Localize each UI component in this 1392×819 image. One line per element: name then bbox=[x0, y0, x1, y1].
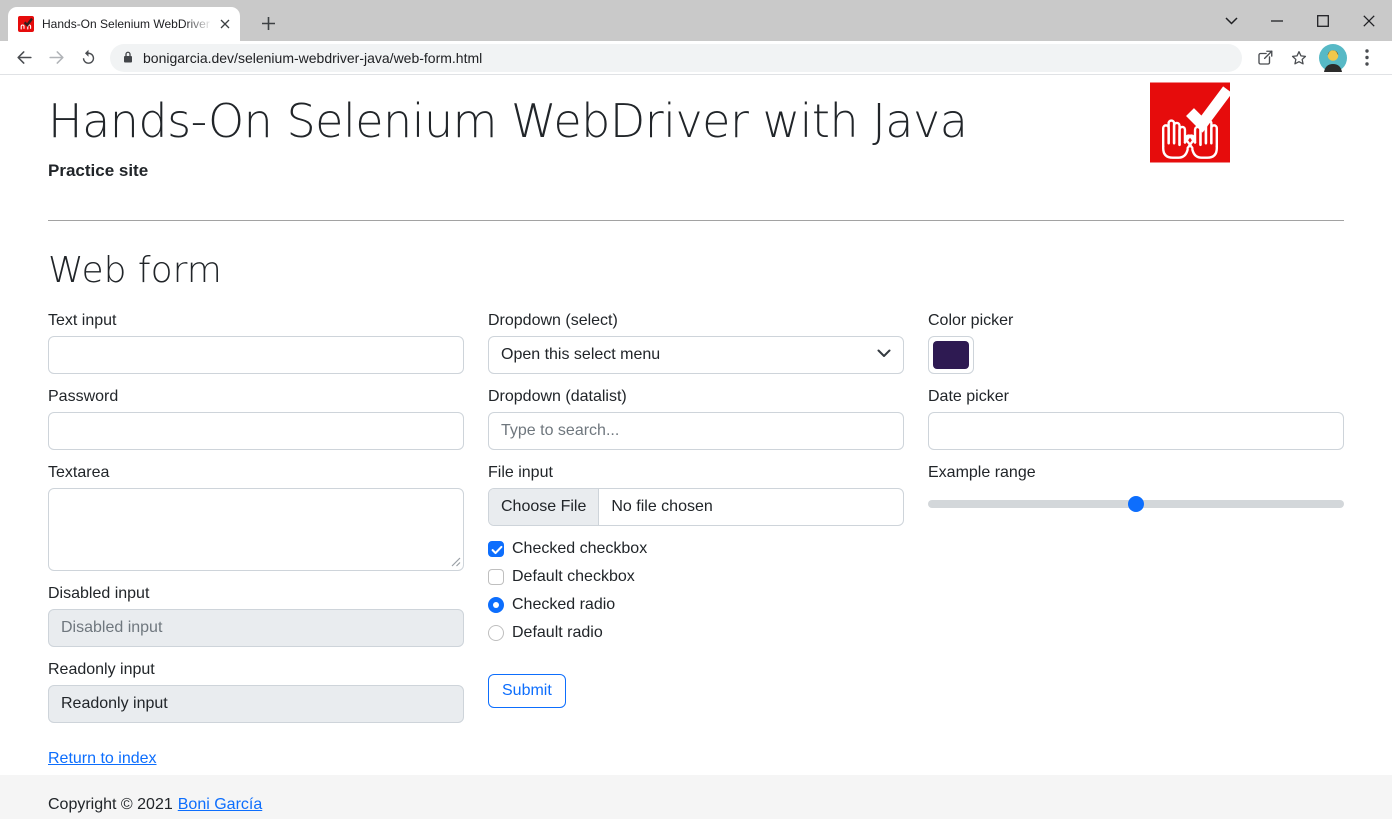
password-label: Password bbox=[48, 388, 464, 406]
file-input-label: File input bbox=[488, 464, 904, 482]
tab-search-chevron-icon[interactable] bbox=[1208, 0, 1254, 41]
default-checkbox[interactable] bbox=[488, 569, 504, 585]
forward-button[interactable] bbox=[42, 44, 70, 72]
check-group: Checked checkbox Default checkbox bbox=[488, 540, 904, 642]
dropdown-select-value: Open this select menu bbox=[501, 346, 660, 364]
tab-strip: Hands-On Selenium WebDriver w bbox=[0, 0, 1392, 41]
window-minimize-button[interactable] bbox=[1254, 0, 1300, 41]
color-swatch bbox=[933, 341, 969, 369]
text-input[interactable] bbox=[48, 336, 464, 374]
tab-close-icon[interactable] bbox=[216, 15, 234, 33]
reload-button[interactable] bbox=[74, 44, 102, 72]
default-radio-row: Default radio bbox=[488, 624, 904, 642]
textarea-input[interactable] bbox=[48, 488, 464, 571]
form-column-left: Text input Password Textarea bbox=[48, 312, 464, 737]
menu-kebab-icon[interactable] bbox=[1352, 43, 1382, 73]
default-checkbox-row: Default checkbox bbox=[488, 568, 904, 586]
form-column-middle: Dropdown (select) Open this select menu … bbox=[488, 312, 904, 737]
textarea-label: Textarea bbox=[48, 464, 464, 482]
profile-avatar[interactable] bbox=[1318, 43, 1348, 73]
dropdown-select-label: Dropdown (select) bbox=[488, 312, 904, 330]
submit-button[interactable]: Submit bbox=[488, 674, 566, 708]
section-heading: Web form bbox=[48, 250, 1344, 291]
file-choose-button[interactable]: Choose File bbox=[489, 489, 599, 525]
dropdown-datalist-input[interactable] bbox=[488, 412, 904, 450]
header-divider bbox=[48, 220, 1344, 221]
site-logo bbox=[1150, 82, 1230, 163]
share-icon[interactable] bbox=[1250, 43, 1280, 73]
page-subtitle: Practice site bbox=[48, 161, 1344, 181]
checked-radio-label[interactable]: Checked radio bbox=[512, 596, 615, 614]
textarea-resize-handle[interactable] bbox=[451, 557, 461, 567]
date-picker-label: Date picker bbox=[928, 388, 1344, 406]
window-maximize-button[interactable] bbox=[1300, 0, 1346, 41]
dropdown-select[interactable]: Open this select menu bbox=[488, 336, 904, 374]
range-thumb[interactable] bbox=[1128, 496, 1144, 512]
checked-radio[interactable] bbox=[488, 597, 504, 613]
bookmark-star-icon[interactable] bbox=[1284, 43, 1314, 73]
default-radio-label[interactable]: Default radio bbox=[512, 624, 603, 642]
window-close-button[interactable] bbox=[1346, 0, 1392, 41]
disabled-input-label: Disabled input bbox=[48, 585, 464, 603]
disabled-input bbox=[48, 609, 464, 647]
checked-checkbox-label[interactable]: Checked checkbox bbox=[512, 540, 647, 558]
url-text: bonigarcia.dev/selenium-webdriver-java/w… bbox=[143, 50, 482, 66]
new-tab-button[interactable] bbox=[254, 9, 282, 37]
default-radio[interactable] bbox=[488, 625, 504, 641]
checked-checkbox-row: Checked checkbox bbox=[488, 540, 904, 558]
date-picker-input[interactable] bbox=[928, 412, 1344, 450]
tab-title: Hands-On Selenium WebDriver w bbox=[42, 17, 216, 31]
browser-toolbar: bonigarcia.dev/selenium-webdriver-java/w… bbox=[0, 41, 1392, 75]
return-to-index-link[interactable]: Return to index bbox=[48, 750, 157, 767]
color-picker-label: Color picker bbox=[928, 312, 1344, 330]
dropdown-datalist-label: Dropdown (datalist) bbox=[488, 388, 904, 406]
readonly-input-label: Readonly input bbox=[48, 661, 464, 679]
form-column-right: Color picker Date picker Example range bbox=[928, 312, 1344, 737]
page-footer: Copyright © 2021 Boni García bbox=[0, 775, 1392, 819]
password-input[interactable] bbox=[48, 412, 464, 450]
page-body: Hands-On Selenium WebDriver with Java bbox=[0, 75, 1392, 819]
url-bar[interactable]: bonigarcia.dev/selenium-webdriver-java/w… bbox=[110, 44, 1242, 72]
readonly-input[interactable] bbox=[48, 685, 464, 723]
web-form: Text input Password Textarea bbox=[48, 312, 1344, 737]
tab-favicon-icon bbox=[18, 16, 34, 32]
range-label: Example range bbox=[928, 464, 1344, 482]
back-button[interactable] bbox=[10, 44, 38, 72]
file-input[interactable]: Choose File No file chosen bbox=[488, 488, 904, 526]
checked-radio-row: Checked radio bbox=[488, 596, 904, 614]
checked-checkbox[interactable] bbox=[488, 541, 504, 557]
color-picker-input[interactable] bbox=[928, 336, 974, 374]
text-input-label: Text input bbox=[48, 312, 464, 330]
default-checkbox-label[interactable]: Default checkbox bbox=[512, 568, 635, 586]
copyright-text: Copyright © 2021 bbox=[48, 796, 173, 813]
file-status-text: No file chosen bbox=[599, 489, 724, 525]
range-slider[interactable] bbox=[928, 495, 1344, 513]
lock-icon[interactable] bbox=[122, 50, 134, 65]
author-link[interactable]: Boni García bbox=[178, 796, 262, 813]
browser-tab[interactable]: Hands-On Selenium WebDriver w bbox=[8, 7, 240, 41]
